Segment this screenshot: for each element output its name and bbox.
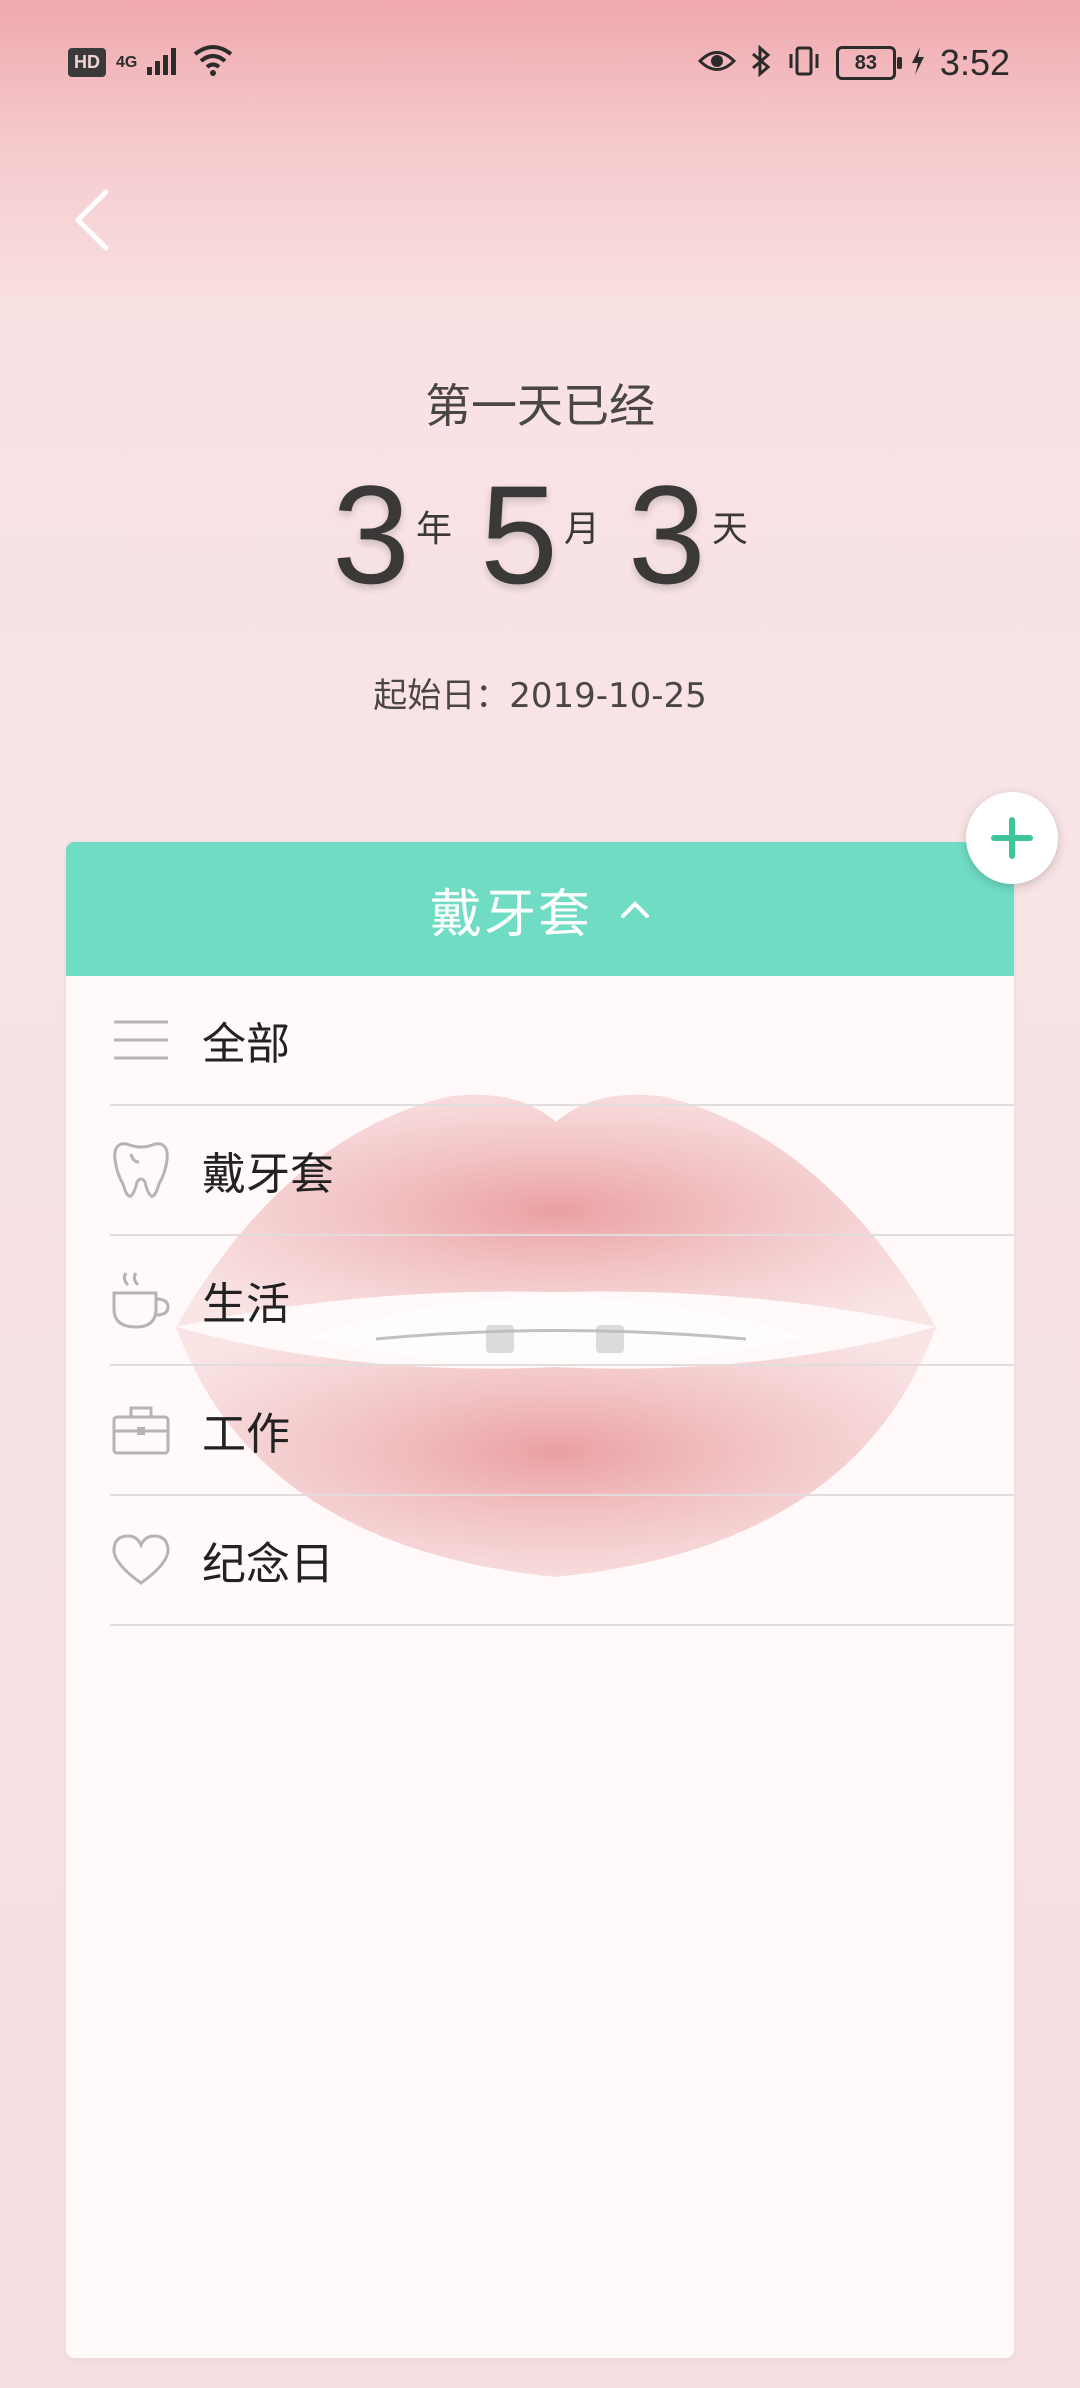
battery-indicator: 83 xyxy=(835,46,902,80)
category-item-all[interactable]: 全部 xyxy=(110,976,1014,1106)
category-selector[interactable]: 戴牙套 xyxy=(66,842,1014,976)
status-bar: HD 4G 83 3:52 xyxy=(0,0,1080,130)
eye-icon xyxy=(697,48,737,79)
clock: 3:52 xyxy=(939,42,1010,83)
battery-level: 83 xyxy=(854,51,878,74)
plus-icon xyxy=(991,817,1033,859)
vibrate-icon xyxy=(786,45,822,82)
years-value: 3 xyxy=(332,456,411,613)
category-list: 全部 戴牙套 生活 工作 纪念日 xyxy=(66,976,1014,1626)
wifi-icon xyxy=(193,44,233,81)
briefcase-icon xyxy=(110,1399,172,1461)
category-item-work[interactable]: 工作 xyxy=(110,1366,1014,1496)
category-item-label: 纪念日 xyxy=(202,1539,334,1590)
years-unit: 年 xyxy=(416,509,453,550)
category-item-label: 生活 xyxy=(202,1279,290,1330)
list-icon xyxy=(110,1009,172,1071)
coffee-cup-icon xyxy=(110,1269,172,1331)
hd-badge: HD xyxy=(68,48,106,77)
category-item-label: 戴牙套 xyxy=(202,1149,334,1200)
heart-icon xyxy=(110,1529,172,1591)
category-card: 戴牙套 全部 戴牙套 生活 工作 纪念日 xyxy=(66,842,1014,2358)
chevron-left-icon xyxy=(74,189,109,251)
elapsed-duration: 3 年 5 月 3 天 xyxy=(0,460,1080,610)
selected-category-title: 戴牙套 xyxy=(429,884,592,945)
chevron-up-icon xyxy=(621,901,649,918)
months-value: 5 xyxy=(480,456,558,613)
days-unit: 天 xyxy=(711,509,748,550)
charging-icon xyxy=(910,46,926,81)
months-unit: 月 xyxy=(563,509,600,550)
category-item-anniversary[interactable]: 纪念日 xyxy=(110,1496,1014,1626)
back-button[interactable] xyxy=(62,180,122,260)
status-right: 83 3:52 xyxy=(697,42,1010,84)
category-item-braces[interactable]: 戴牙套 xyxy=(110,1106,1014,1236)
category-item-label: 全部 xyxy=(202,1019,290,1070)
days-value: 3 xyxy=(627,456,706,613)
start-date: 起始日：2019-10-25 xyxy=(373,676,707,716)
category-item-life[interactable]: 生活 xyxy=(110,1236,1014,1366)
network-label: 4G xyxy=(116,53,138,71)
tooth-icon xyxy=(110,1139,172,1201)
elapsed-subtitle: 第一天已经 xyxy=(425,379,655,433)
bluetooth-icon xyxy=(750,44,772,82)
signal-icon xyxy=(147,45,183,80)
status-left: HD 4G xyxy=(68,44,233,81)
category-item-label: 工作 xyxy=(202,1409,290,1460)
add-button[interactable] xyxy=(966,792,1058,884)
